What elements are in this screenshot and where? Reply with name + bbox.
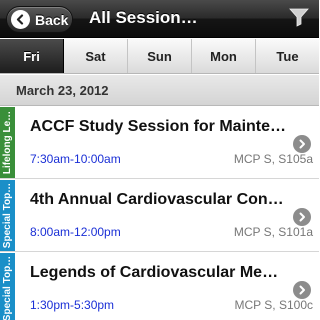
tab-tue[interactable]: Tue	[256, 39, 319, 73]
tab-fri[interactable]: Fri	[0, 39, 64, 73]
category-stripe: Special Top…	[0, 180, 15, 251]
page-title: All Session…	[89, 8, 198, 27]
category-stripe: Lifelong Le…	[0, 107, 15, 178]
arrow-left-icon	[11, 10, 30, 29]
session-title: ACCF Study Session for Mainte…	[30, 118, 287, 135]
back-button-label: Back	[35, 11, 69, 28]
chevron-right-icon[interactable]	[293, 208, 311, 226]
session-title: 4th Annual Cardiovascular Con…	[30, 191, 284, 208]
session-time: 1:30pm-5:30pm	[30, 298, 115, 312]
session-row[interactable]: Lifelong Le… ACCF Study Session for Main…	[0, 107, 319, 179]
category-label: Lifelong Le…	[2, 110, 13, 175]
session-room: MCP S, S100c	[234, 298, 313, 312]
filter-button[interactable]	[286, 7, 312, 31]
back-button[interactable]: Back	[6, 6, 73, 33]
date-section-header: March 23, 2012	[0, 75, 319, 106]
session-time: 8:00am-12:00pm	[30, 225, 121, 239]
session-row[interactable]: Special Top… 4th Annual Cardiovascular C…	[0, 180, 319, 252]
session-time: 7:30am-10:00am	[30, 152, 121, 166]
session-room: MCP S, S105a	[233, 152, 313, 166]
session-row[interactable]: Special Top… Legends of Cardiovascular M…	[0, 253, 319, 320]
day-tabs: Fri Sat Sun Mon Tue	[0, 39, 319, 74]
chevron-right-icon[interactable]	[293, 135, 311, 153]
tab-sat[interactable]: Sat	[64, 39, 128, 73]
filter-funnel-icon	[289, 7, 309, 32]
category-label: Special Top…	[2, 182, 14, 249]
chevron-right-icon[interactable]	[293, 281, 311, 299]
tab-sun[interactable]: Sun	[128, 39, 192, 73]
header-bar: Back All Session…	[0, 0, 319, 38]
tab-mon[interactable]: Mon	[192, 39, 256, 73]
category-stripe: Special Top…	[0, 253, 15, 320]
session-room: MCP S, S101a	[233, 225, 313, 239]
category-label: Special Top…	[2, 255, 14, 320]
date-label: March 23, 2012	[16, 83, 109, 98]
session-title: Legends of Cardiovascular Me…	[30, 264, 279, 281]
